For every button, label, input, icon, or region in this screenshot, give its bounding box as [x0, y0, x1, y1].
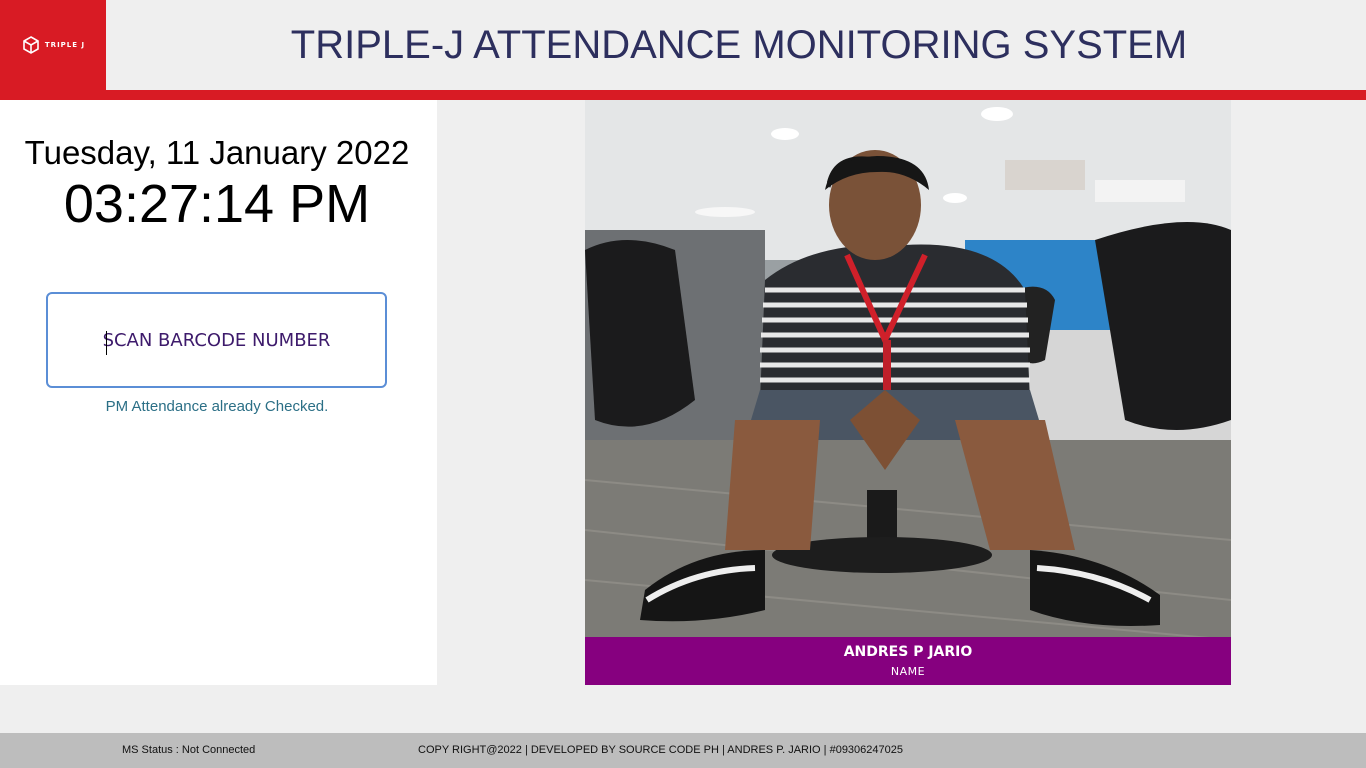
- attendance-status-message: PM Attendance already Checked.: [105, 398, 329, 415]
- cube-logo-icon: [21, 35, 41, 55]
- employee-name-bar: ANDRES P JARIO NAME: [585, 637, 1231, 685]
- employee-name-label: NAME: [890, 665, 926, 678]
- barcode-input-box[interactable]: [46, 292, 387, 388]
- employee-photo-illustration: [585, 100, 1231, 637]
- employee-name: ANDRES P JARIO: [843, 644, 973, 660]
- ms-status-text: MS Status : Not Connected: [122, 744, 256, 756]
- page-title: TRIPLE-J ATTENDANCE MONITORING SYSTEM: [290, 22, 1188, 67]
- header-divider: [0, 90, 1366, 100]
- status-footer: MS Status : Not Connected COPY RIGHT@202…: [0, 733, 1366, 768]
- attendance-app: TRIPLE J TRIPLE-J ATTENDANCE MONITORING …: [0, 0, 1366, 768]
- employee-photo: [585, 100, 1231, 637]
- brand-logo: TRIPLE J: [0, 0, 106, 90]
- barcode-input[interactable]: [74, 328, 359, 352]
- logo-wordmark: TRIPLE J: [44, 40, 86, 49]
- text-caret: [106, 331, 107, 355]
- current-date: Tuesday, 11 January 2022: [24, 134, 410, 171]
- copyright-text: COPY RIGHT@2022 | DEVELOPED BY SOURCE CO…: [418, 744, 903, 756]
- current-time: 03:27:14 PM: [63, 174, 371, 234]
- scan-panel: Tuesday, 11 January 2022 03:27:14 PM PM …: [0, 100, 437, 685]
